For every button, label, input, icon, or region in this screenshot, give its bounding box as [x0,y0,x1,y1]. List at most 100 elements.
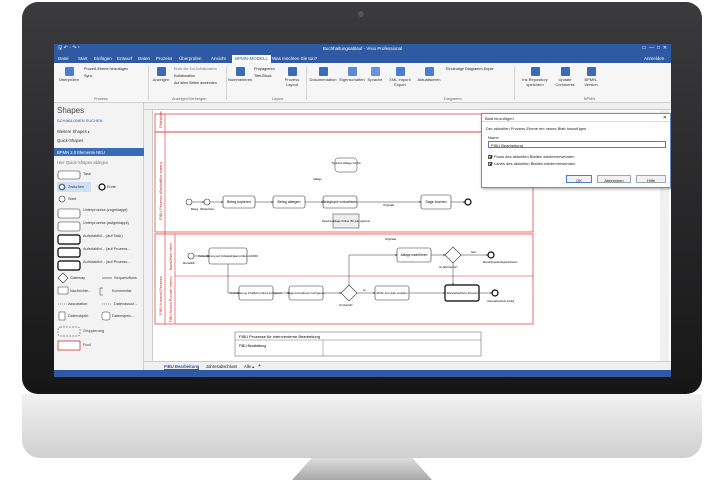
sheet-name-input[interactable]: FIBU Bearbeitung [488,141,666,148]
unique-diagram-copy[interactable]: Eindeutige Diagramm-Kopie [446,67,494,71]
call-activity-process2-shape[interactable] [57,260,81,271]
update-comments-button[interactable]: Update Comments [552,67,578,87]
repository-save-button[interactable]: Ins Repository speichern [520,67,550,87]
gateway-jahresende[interactable] [444,246,462,264]
window-title: Buchhaltungsablauf - Visio Professional [322,46,403,51]
sprache-button[interactable]: Sprache [366,67,384,82]
collab-toggle[interactable]: Kollaboration [174,74,195,78]
call-activity-process-shape[interactable] [57,247,81,258]
xml-icon [395,67,405,76]
apply-all-pages[interactable]: Auf allen Seiten anwenden [174,81,217,85]
sync-toggle[interactable]: Sync [84,74,92,78]
event-label: Beleg [191,207,199,211]
event-label: Jahresabschluss erfolgt [487,299,515,303]
bpmn-version-button[interactable]: BPMN-Version [580,67,602,87]
close-icon[interactable]: ✕ [663,115,667,121]
aktualisieren-button[interactable]: Aktualisieren [416,67,442,82]
monthly-start-event[interactable] [187,252,195,260]
shapes-title: Shapes [57,106,85,115]
tab-ansicht[interactable]: Ansicht [211,56,226,61]
data-store-shape[interactable] [101,311,111,321]
task-shape[interactable] [57,170,81,180]
more-shapes[interactable]: Weitere Shapes ▸ [57,129,90,134]
ueberpruefen-button[interactable]: Überprüfen [58,67,80,82]
repeat-event[interactable] [203,198,211,206]
stencil-bpmn[interactable]: BPMN 2.0 Elemente NEU [54,148,144,156]
propagate-button[interactable]: Propagieren [254,67,275,71]
pool-fibu-kontroll[interactable] [154,233,534,325]
start-event[interactable] [185,198,193,206]
reuse-lanes-checkbox[interactable]: Lanes des aktuellen Blattes wiederverwen… [488,161,575,166]
nummerieren-button[interactable]: Nummerieren [228,67,252,82]
group-shape[interactable] [57,326,81,337]
gateway-quartal[interactable] [340,284,358,302]
shape-label-datenassoz: Datenassoz... [114,302,138,306]
repository-icon [530,67,540,76]
end-event-month[interactable] [487,251,495,259]
ribbon-tabs: Datei Start Einfügen Entwurf Daten Proze… [54,54,671,63]
comments-icon [560,67,570,76]
page-tab-jahresabschluss[interactable]: Jahresabschluss [206,364,237,369]
flow-label: Ja [363,288,366,292]
dialog-prompt: Der aktuellen Prozess-Ebene ein neues Bl… [486,126,587,131]
ok-button[interactable]: OK [566,175,592,183]
tab-daten[interactable]: Daten [138,56,150,61]
add-process-level[interactable]: Prozeß-Ebene hinzufügen [84,67,128,71]
shapes-pane: Shapes SCHABLONEN SUCHEN Weitere Shapes … [54,103,144,377]
anzeigen-button[interactable]: Anzeigen [151,67,171,82]
task-label: Belegkopie vorkontieren [323,200,357,204]
tell-me-search[interactable]: Was möchten Sie tun? [272,56,317,61]
end-event-year[interactable] [491,289,499,297]
pool-pruefstelle[interactable] [154,113,534,133]
show-icon [156,67,166,76]
tab-datei[interactable]: Datei [58,56,69,61]
tab-bpmn-modell[interactable]: BPMN-MODELL [232,55,272,63]
task-label: Sage buchen [425,200,446,204]
window-controls[interactable]: ▭ — □ ✕ [642,45,667,51]
shape-label-datenspeicher: Datenspeic... [112,314,135,318]
task-label: Sage kontrollieren/ korrigieren [287,291,325,295]
collab-end[interactable]: Ende der Kol-Kollaboration [174,67,217,71]
layout-icon [287,67,297,76]
quick-shapes[interactable]: Quick-Shapes [57,138,83,143]
shape-label-ende: Ende [107,185,116,189]
tab-prozess[interactable]: Prozess [156,56,172,61]
group-diagramm: Diagramm [444,97,462,101]
prozess-layout-button[interactable]: Prozess Layout [282,67,302,87]
checkmark-icon [488,161,492,166]
pool-shape[interactable] [57,340,81,351]
tab-ueberpruefen[interactable]: Überprüfen [179,56,202,61]
gateway-label: Ist Quartal? [339,303,353,307]
shapes-tabs[interactable]: SCHABLONEN SUCHEN [57,118,103,123]
end-event-top[interactable] [464,198,472,206]
tab-entwurf[interactable]: Entwurf [117,56,132,61]
end-event-shape[interactable] [98,183,106,191]
signin-link[interactable]: Anmelden [644,56,664,61]
tab-einfuegen[interactable]: Einfügen [94,56,112,61]
comment-shape[interactable] [99,287,103,296]
page-tab-all[interactable]: Alle ▴ [244,364,254,369]
subprocess-expanded-shape[interactable] [57,221,81,232]
xml-import-export-button[interactable]: XML Import/ Export [386,67,414,87]
dokumentation-button[interactable]: Dokumentation [309,67,337,82]
add-page-button[interactable]: + [258,363,261,369]
event-label: Wiederholen [200,207,215,211]
start-event-shape[interactable] [58,195,66,203]
title-block-button[interactable]: Titel-Block [254,74,272,78]
refresh-icon [424,67,434,76]
data-object-shape[interactable] [58,311,66,321]
shape-label-sub-expanded: Unterprozess (aufgeklappt) [83,221,129,225]
message-shape[interactable] [57,286,69,295]
flow-label: Originals [385,237,397,241]
tab-start[interactable]: Start [78,56,88,61]
eigenschaften-button[interactable]: Eigenschaften [339,67,365,82]
cancel-button[interactable]: Abbrechen [597,175,631,183]
help-button[interactable]: Hilfe [636,175,666,183]
number-icon [235,67,245,76]
check-label: Lanes des aktuellen Blattes wiederverwen… [494,161,576,166]
reuse-pools-checkbox[interactable]: Pools des aktuellen Blattes wiederverwen… [488,154,575,159]
subprocess-collapsed-shape[interactable] [57,208,81,219]
call-activity-task-shape[interactable] [57,234,81,245]
properties-icon [347,67,357,76]
gateway-shape[interactable] [57,272,69,284]
